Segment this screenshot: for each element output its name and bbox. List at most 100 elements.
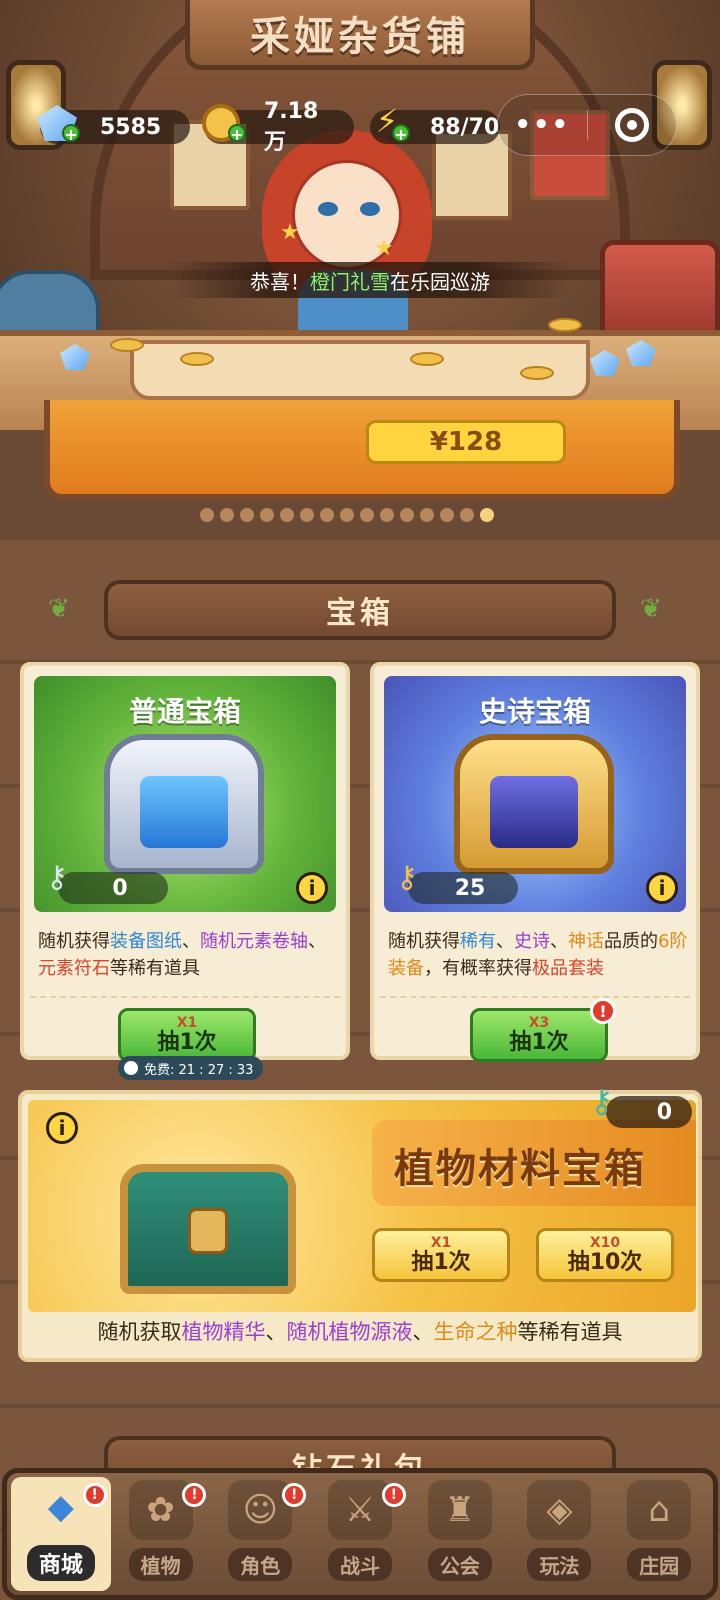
epic-key-count: 25 (408, 872, 518, 904)
red-treasure-chest (600, 240, 720, 340)
banner-price-button[interactable]: ¥128 (366, 420, 566, 464)
leaf-icon: ❦ (48, 594, 70, 624)
desc-text: ，有概率获得 (424, 958, 532, 979)
normal-chest-actions: X1 抽1次 免费: 21 : 27 : 33 (30, 996, 340, 1080)
alert-badge-icon: ! (82, 1483, 107, 1507)
target-icon (614, 108, 649, 142)
desc-text: 随机元素卷轴 (200, 931, 308, 952)
nav-label: 角色 (228, 1548, 293, 1581)
nav-label: 玩法 (527, 1548, 592, 1581)
desc-text: 元素符石 (38, 958, 110, 979)
desc-text: 等稀有道具 (517, 1320, 623, 1344)
gold-chest-icon (454, 734, 614, 874)
pager-dot[interactable] (400, 508, 414, 522)
announcement-ticker: 恭喜！ 橙门礼雪 在乐园巡游 (170, 262, 570, 298)
draw-label: 抽1次 (157, 1030, 217, 1055)
draw-cost: X10 (589, 1235, 621, 1251)
close-miniapp-button[interactable] (588, 108, 677, 142)
desc-text: 随机植物源液 (286, 1320, 413, 1344)
draw-cost: X3 (528, 1015, 550, 1031)
nav-label: 战斗 (328, 1548, 393, 1581)
sparkle-star-icon: ★ (374, 236, 394, 261)
desc-text: 装备图纸 (110, 931, 182, 952)
alert-badge-icon: ! (282, 1483, 307, 1507)
nav-item-shop[interactable]: ◆ 商城! (11, 1477, 111, 1591)
nav-item-manor[interactable]: ⌂ 庄园 (609, 1477, 709, 1591)
shopkeeper-eye-right (360, 202, 380, 216)
teal-key-icon: ⚷ (590, 1082, 614, 1120)
alert-badge-icon: ! (182, 1483, 207, 1507)
plant-chest-panel: 植物材料宝箱 i X1 抽1次 X10 抽10次 随机获取植物精华、随机植物源液… (18, 1090, 702, 1362)
shopkeeper-eye-left (318, 202, 338, 216)
nav-item-plant[interactable]: ✿ 植物! (111, 1477, 211, 1591)
desc-text: 、 (265, 1320, 287, 1344)
nav-label: 植物 (128, 1548, 193, 1581)
shop-sign: 采娅杂货铺 (185, 0, 535, 70)
gold-coin-icon (410, 352, 444, 366)
pager-dot[interactable] (260, 508, 274, 522)
normal-chest-description: 随机获得装备图纸、随机元素卷轴、元素符石等稀有道具 (38, 928, 338, 982)
info-icon[interactable]: i (46, 1112, 78, 1144)
free-timer-text: 免费: 21 : 27 : 33 (144, 1062, 254, 1078)
free-timer: 免费: 21 : 27 : 33 (118, 1056, 264, 1080)
info-icon[interactable]: i (646, 872, 678, 904)
desc-text: 植物精华 (181, 1320, 266, 1344)
add-gold-icon[interactable]: + (228, 124, 246, 144)
add-diamond-icon[interactable]: + (62, 124, 80, 144)
nav-item-battle[interactable]: ⚔ 战斗! (310, 1477, 410, 1591)
normal-chest-image[interactable]: 普通宝箱 0 ⚷ i (34, 676, 336, 912)
pager-dot[interactable] (240, 508, 254, 522)
nav-item-gameplay[interactable]: ◈ 玩法 (510, 1477, 610, 1591)
pager-dot[interactable] (460, 508, 474, 522)
desc-text: 、 (550, 931, 568, 952)
epic-draw-1-button[interactable]: X3 抽1次 (470, 1008, 608, 1062)
desc-text: 、 (412, 1320, 434, 1344)
promo-banner[interactable] (44, 400, 680, 500)
normal-draw-1-button[interactable]: X1 抽1次 (118, 1008, 256, 1062)
nav-label: 公会 (427, 1548, 492, 1581)
pager-dot[interactable] (280, 508, 294, 522)
pager-dot[interactable] (320, 508, 334, 522)
plant-key-count: 0 (606, 1096, 692, 1128)
plant-draw-1-button[interactable]: X1 抽1次 (372, 1228, 510, 1282)
more-menu-button[interactable]: ••• (498, 110, 587, 140)
desc-text: 随机获得 (38, 931, 110, 952)
desc-text: 品质的 (604, 931, 658, 952)
normal-chest-title: 普通宝箱 (128, 695, 241, 728)
info-icon[interactable]: i (296, 872, 328, 904)
nav-item-guild[interactable]: ♜ 公会 (410, 1477, 510, 1591)
epic-chest-image[interactable]: 史诗宝箱 25 ⚷ i (384, 676, 686, 912)
pager-dot[interactable] (220, 508, 234, 522)
pager-dot[interactable] (480, 508, 494, 522)
pager-dot[interactable] (380, 508, 394, 522)
nav-item-character[interactable]: ☺ 角色! (210, 1477, 310, 1591)
silver-chest-icon (104, 734, 264, 874)
miniapp-capsule: ••• (497, 94, 677, 156)
epic-chest-description: 随机获得稀有、史诗、神话品质的6阶装备，有概率获得极品套装 (388, 928, 688, 982)
desc-text: 、 (182, 931, 200, 952)
plant-draw-10-button[interactable]: X10 抽10次 (536, 1228, 674, 1282)
gold-coin-icon (180, 352, 214, 366)
pager-dot[interactable] (200, 508, 214, 522)
announcement-suffix: 在乐园巡游 (390, 269, 490, 294)
pager-dot[interactable] (360, 508, 374, 522)
draw-label: 抽1次 (509, 1030, 569, 1055)
desc-text: 史诗 (514, 931, 550, 952)
pager-dot[interactable] (420, 508, 434, 522)
pager-dot[interactable] (340, 508, 354, 522)
desc-text: 随机获得 (388, 931, 460, 952)
alert-badge-icon: ! (590, 998, 616, 1024)
pager-dot[interactable] (300, 508, 314, 522)
pager-dot[interactable] (440, 508, 454, 522)
draw-label: 抽10次 (567, 1250, 643, 1275)
plant-chest-banner[interactable]: 植物材料宝箱 i X1 抽1次 X10 抽10次 (28, 1100, 696, 1312)
leaf-icon: ❦ (640, 594, 662, 624)
clock-icon (122, 1059, 140, 1077)
epic-chest-card: 史诗宝箱 25 ⚷ i 随机获得稀有、史诗、神话品质的6阶装备，有概率获得极品套… (370, 662, 700, 1062)
nav-label: 庄园 (627, 1548, 692, 1581)
alert-badge-icon: ! (381, 1483, 406, 1507)
guild-icon: ♜ (427, 1480, 492, 1540)
add-energy-icon[interactable]: + (392, 124, 410, 144)
normal-key-count: 0 (58, 872, 168, 904)
plant-chest-description: 随机获取植物精华、随机植物源液、生命之种等稀有道具 (22, 1316, 698, 1346)
